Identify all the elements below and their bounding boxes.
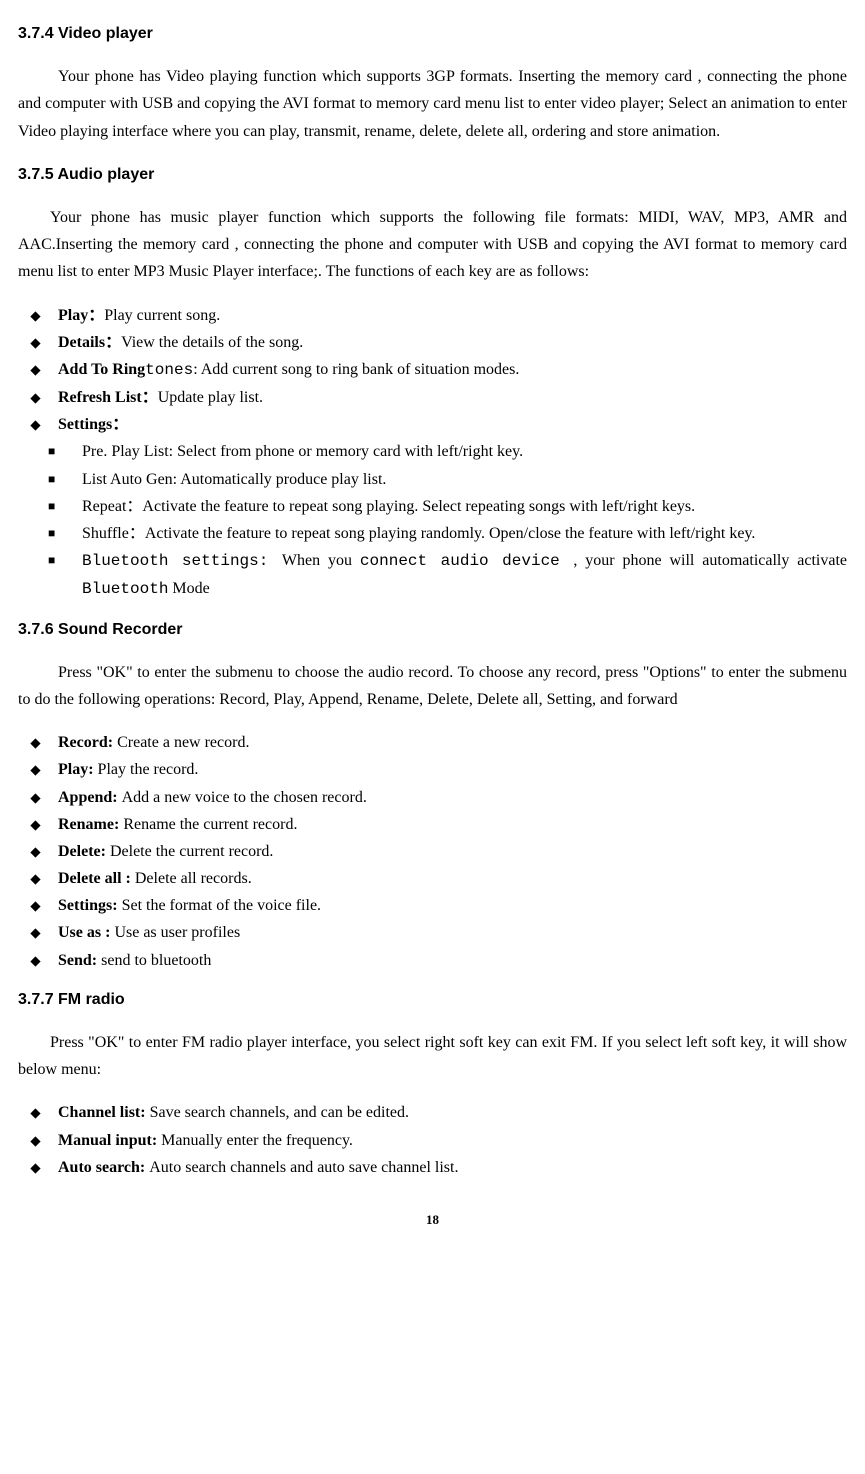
label-auto-search: Auto search: — [58, 1159, 149, 1176]
text-auto-search: Auto search channels and auto save chann… — [149, 1159, 458, 1176]
list-item: Rename: Rename the current record. — [18, 811, 847, 838]
text-manual-input: Manually enter the frequency. — [161, 1132, 353, 1149]
label-record: Record: — [58, 734, 117, 751]
list-item: Auto search: Auto search channels and au… — [18, 1154, 847, 1181]
recorder-options-list: Record: Create a new record. Play: Play … — [18, 729, 847, 974]
label-useas: Use as : — [58, 924, 114, 941]
list-item: Use as : Use as user profiles — [18, 919, 847, 946]
label-channel-list: Channel list: — [58, 1104, 150, 1121]
text-bt-mono1: connect audio device — [360, 552, 573, 570]
list-item: Append: Add a new voice to the chosen re… — [18, 784, 847, 811]
text-append: Add a new voice to the chosen record. — [122, 789, 367, 806]
text-bt-1: When you — [282, 552, 360, 569]
label-refresh: Refresh List： — [58, 389, 158, 406]
fm-options-list: Channel list: Save search channels, and … — [18, 1099, 847, 1181]
label-play-rec: Play: — [58, 761, 98, 778]
label-ringtones: Add To Ring — [58, 361, 145, 378]
text-bt-end: Mode — [168, 580, 209, 597]
label-manual-input: Manual input: — [58, 1132, 161, 1149]
text-play: Play current song. — [104, 307, 220, 324]
label-append: Append: — [58, 789, 122, 806]
text-ringtones: : Add current song to ring bank of situa… — [193, 361, 519, 378]
label-settings: Settings： — [58, 416, 128, 433]
settings-sub-list: Pre. Play List: Select from phone or mem… — [18, 438, 847, 603]
list-item: Send: send to bluetooth — [18, 947, 847, 974]
list-item: Manual input: Manually enter the frequen… — [18, 1127, 847, 1154]
text-bt-mono2: Bluetooth — [82, 580, 168, 598]
text-play-rec: Play the record. — [98, 761, 199, 778]
list-item: List Auto Gen: Automatically produce pla… — [18, 466, 847, 493]
list-item: Record: Create a new record. — [18, 729, 847, 756]
list-item: Repeat：Activate the feature to repeat so… — [18, 493, 847, 520]
list-item: Settings： Pre. Play List: Select from ph… — [18, 411, 847, 603]
page-number: 18 — [18, 1209, 847, 1231]
label-ringtones-mono: tones — [145, 361, 193, 379]
list-item: Add To Ringtones: Add current song to ri… — [18, 356, 847, 384]
paragraph-fm-body: Press "OK" to enter FM radio player inte… — [18, 1029, 847, 1083]
list-item: Settings: Set the format of the voice fi… — [18, 892, 847, 919]
text-send: send to bluetooth — [101, 952, 211, 969]
text-rec-settings: Set the format of the voice file. — [122, 897, 321, 914]
audio-options-list: Play：Play current song. Details：View the… — [18, 302, 847, 604]
heading-fm-radio: 3.7.7 FM radio — [18, 986, 847, 1013]
list-item: Details：View the details of the song. — [18, 329, 847, 356]
text-details: View the details of the song. — [121, 334, 303, 351]
list-item: Shuffle：Activate the feature to repeat s… — [18, 520, 847, 547]
text-deleteall: Delete all records. — [135, 870, 252, 887]
paragraph-recorder-body: Press "OK" to enter the submenu to choos… — [18, 659, 847, 713]
list-item: Play：Play current song. — [18, 302, 847, 329]
heading-audio-player: 3.7.5 Audio player — [18, 161, 847, 188]
label-details: Details： — [58, 334, 121, 351]
text-record: Create a new record. — [117, 734, 249, 751]
text-bt-2: , your phone will automatically activate — [573, 552, 847, 569]
label-rename: Rename: — [58, 816, 123, 833]
label-rec-settings: Settings: — [58, 897, 122, 914]
list-item: Refresh List：Update play list. — [18, 384, 847, 411]
text-rename: Rename the current record. — [123, 816, 297, 833]
label-deleteall: Delete all : — [58, 870, 135, 887]
label-bluetooth-settings: Bluetooth settings: — [82, 552, 282, 570]
label-send: Send: — [58, 952, 101, 969]
list-item: Pre. Play List: Select from phone or mem… — [18, 438, 847, 465]
text-channel-list: Save search channels, and can be edited. — [150, 1104, 409, 1121]
text-delete: Delete the current record. — [110, 843, 273, 860]
paragraph-video-body: Your phone has Video playing function wh… — [18, 63, 847, 145]
label-play: Play： — [58, 307, 104, 324]
list-item: Channel list: Save search channels, and … — [18, 1099, 847, 1126]
list-item: Bluetooth settings: When you connect aud… — [18, 547, 847, 603]
heading-video-player: 3.7.4 Video player — [18, 20, 847, 47]
list-item: Play: Play the record. — [18, 756, 847, 783]
label-delete: Delete: — [58, 843, 110, 860]
text-refresh: Update play list. — [158, 389, 263, 406]
text-useas: Use as user profiles — [114, 924, 240, 941]
list-item: Delete: Delete the current record. — [18, 838, 847, 865]
heading-sound-recorder: 3.7.6 Sound Recorder — [18, 616, 847, 643]
paragraph-audio-body: Your phone has music player function whi… — [18, 204, 847, 286]
list-item: Delete all : Delete all records. — [18, 865, 847, 892]
